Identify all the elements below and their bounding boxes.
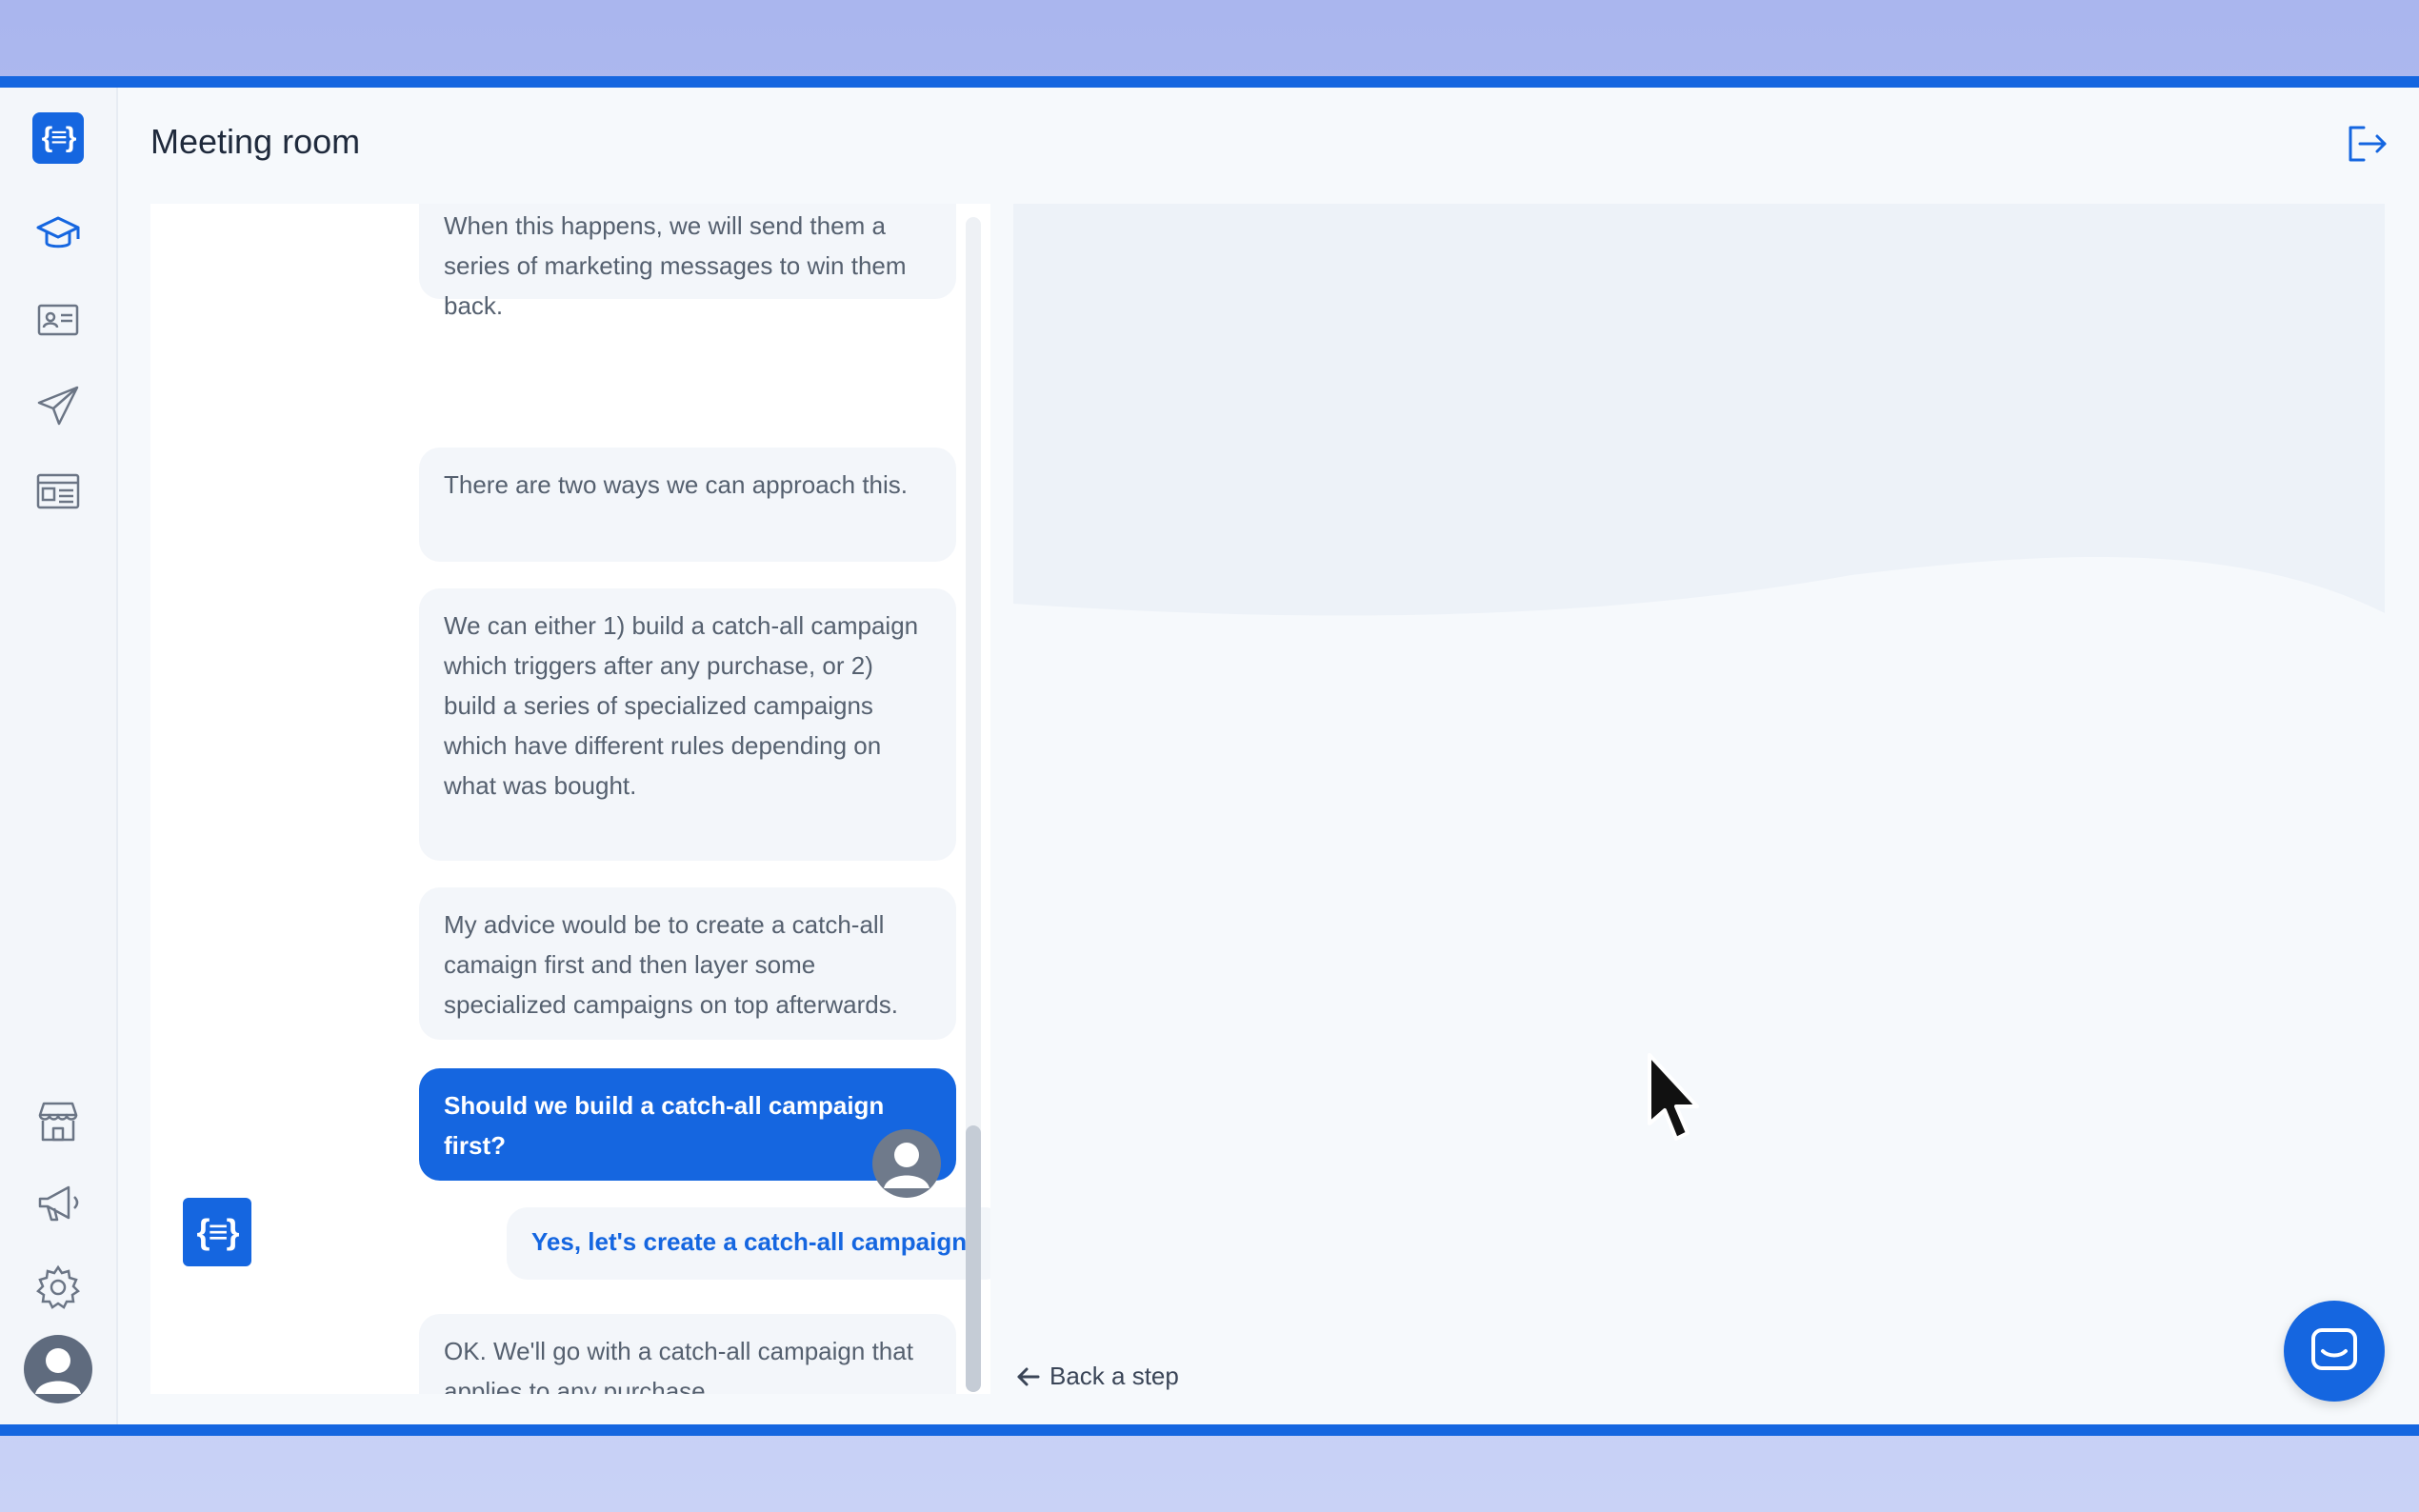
megaphone-icon[interactable] xyxy=(31,1177,85,1230)
store-icon[interactable] xyxy=(31,1095,85,1148)
chat-bubble-icon xyxy=(2311,1328,2357,1370)
page-title: Meeting room xyxy=(150,122,361,161)
bot-message: We can either 1) build a catch-all campa… xyxy=(419,588,956,861)
exit-icon[interactable] xyxy=(2343,120,2390,168)
workspace-area xyxy=(1013,204,2385,1394)
bot-avatar: {≡} xyxy=(183,1198,251,1266)
gear-icon[interactable] xyxy=(31,1261,85,1314)
chat-scrollbar-thumb[interactable] xyxy=(966,1125,981,1392)
bot-message: My advice would be to create a catch-all… xyxy=(419,887,956,1040)
newsletter-icon[interactable] xyxy=(31,465,85,518)
app-logo[interactable]: {≡} xyxy=(32,112,84,164)
user-avatar xyxy=(872,1129,941,1198)
chat-panel[interactable]: When this happens, we will send them a s… xyxy=(150,204,990,1394)
support-chat-button[interactable] xyxy=(2284,1301,2385,1402)
user-message: Yes, let's create a catch-all campaign. xyxy=(507,1207,990,1280)
sidebar: {≡} xyxy=(0,88,118,1424)
bot-message: When this happens, we will send them a s… xyxy=(419,204,956,320)
mouse-cursor-icon xyxy=(1648,1053,1699,1141)
graduation-cap-icon[interactable] xyxy=(31,208,85,261)
profile-avatar[interactable] xyxy=(24,1335,92,1403)
back-step-label: Back a step xyxy=(1050,1362,1179,1390)
app-window: {≡} Meeting room When this happens, we w… xyxy=(0,76,2419,1436)
bot-message: There are two ways we can approach this. xyxy=(419,448,956,562)
bot-message: OK. We'll go with a catch-all campaign t… xyxy=(419,1314,956,1394)
paper-plane-icon[interactable] xyxy=(31,379,85,432)
wave-decoration xyxy=(1013,204,2385,1394)
contact-card-icon[interactable] xyxy=(31,293,85,347)
arrow-left-icon xyxy=(1017,1367,1040,1385)
back-step-link[interactable]: Back a step xyxy=(1015,1362,1179,1391)
